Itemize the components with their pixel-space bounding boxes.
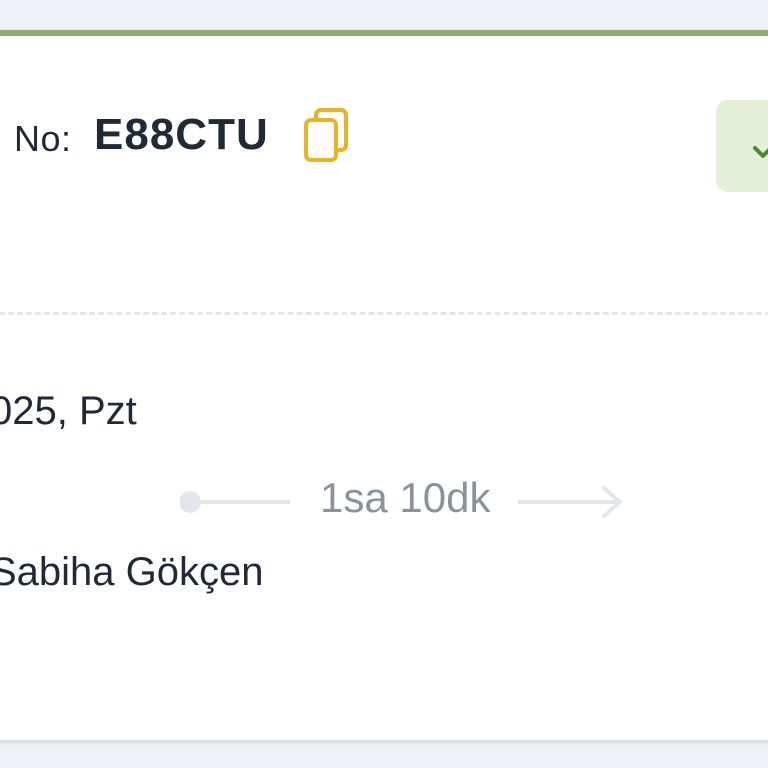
dashed-divider [0, 312, 768, 315]
copy-icon[interactable] [302, 106, 352, 166]
pnr-row: No: E88CTU [0, 106, 690, 166]
pnr-code: E88CTU [94, 110, 269, 159]
page: No: E88CTU 025, Pzt 1sa 10dk Sabiha Gökç… [0, 0, 768, 768]
flight-duration-row: 1sa 10dk [180, 468, 650, 528]
booking-card: No: E88CTU 025, Pzt 1sa 10dk Sabiha Gökç… [0, 30, 768, 740]
pnr-label: No: [14, 118, 72, 159]
flight-duration: 1sa 10dk [316, 474, 495, 522]
status-badge[interactable] [716, 100, 768, 192]
departure-airport: Sabiha Gökçen [0, 550, 264, 594]
flight-date: 025, Pzt [0, 389, 137, 433]
check-icon [753, 146, 768, 158]
